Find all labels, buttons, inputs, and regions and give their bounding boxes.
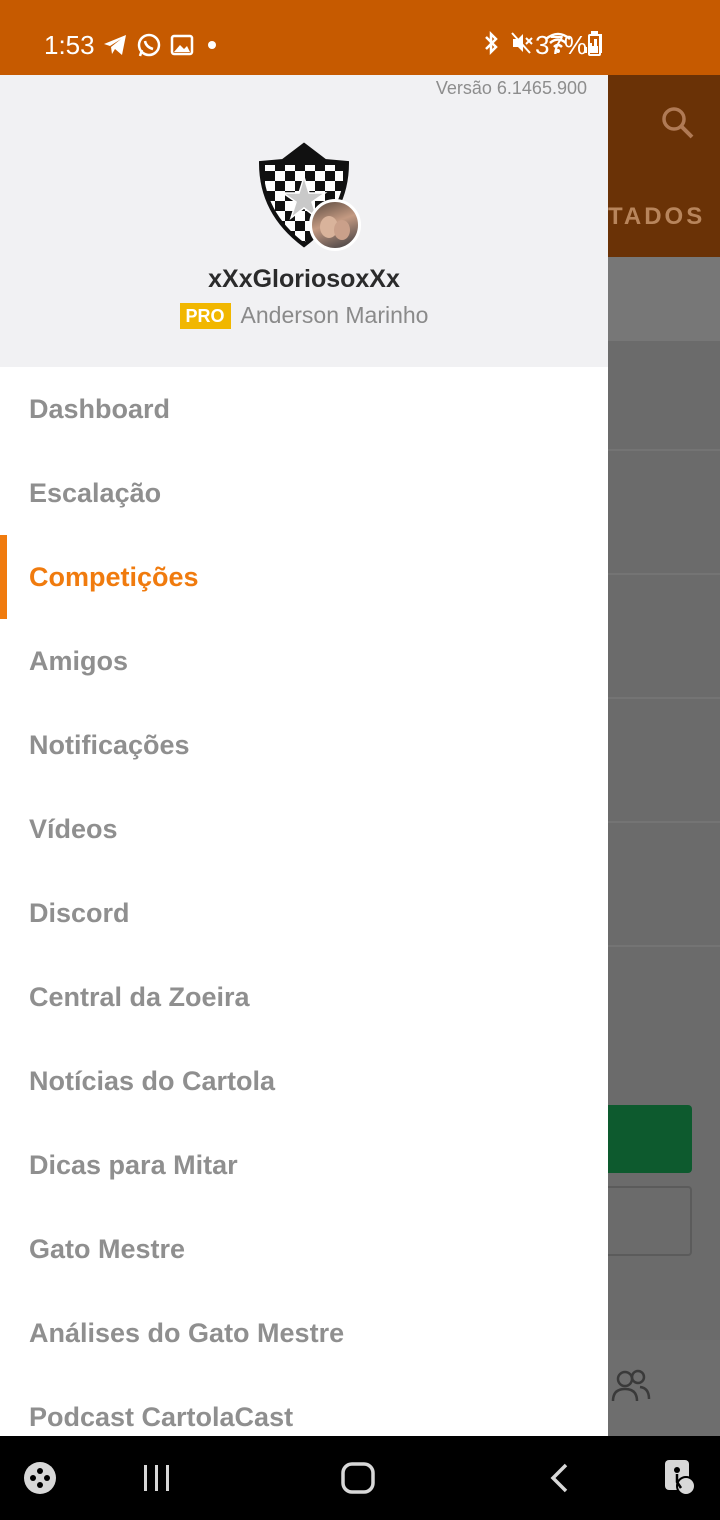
home-icon[interactable]: [340, 1462, 376, 1494]
menu-item-label: Notícias do Cartola: [29, 1065, 276, 1096]
pro-badge: PRO: [179, 302, 231, 329]
menu-item-label: Central da Zoeira: [29, 981, 250, 1012]
game-launcher-icon[interactable]: [22, 1460, 58, 1496]
menu-item-label: Discord: [29, 897, 130, 928]
app-version: Versão 6.1465.900: [435, 78, 587, 98]
team-name: xXxGloriosoxXx: [208, 265, 400, 293]
status-bar: 1:53 37%: [0, 0, 720, 75]
notification-icons: [102, 32, 222, 58]
menu-item-competicoes[interactable]: Competições: [0, 535, 608, 619]
active-indicator: [0, 535, 7, 619]
drawer-header: Versão 6.1465.900 xXxGloriosoxXx PRO And…: [0, 75, 608, 367]
battery-icon: [588, 34, 601, 56]
background-tab-label: TADOS: [608, 203, 706, 230]
menu-item-notificacoes[interactable]: Notificações: [0, 703, 608, 787]
menu-item-label: Vídeos: [29, 813, 118, 844]
navigation-drawer: Versão 6.1465.900 xXxGloriosoxXx PRO And…: [0, 75, 608, 1436]
search-icon: [662, 107, 694, 139]
drawer-menu: Dashboard Escalação Competições Amigos N…: [0, 367, 608, 1436]
gallery-icon: [170, 34, 194, 56]
back-icon[interactable]: [546, 1462, 574, 1494]
menu-item-central-da-zoeira[interactable]: Central da Zoeira: [0, 955, 608, 1039]
avatar[interactable]: [309, 199, 361, 251]
dot-icon: [208, 41, 216, 49]
status-time: 1:53: [44, 30, 95, 60]
mute-icon: [511, 32, 533, 54]
bluetooth-icon: [485, 30, 498, 56]
menu-item-label: Competições: [29, 561, 199, 592]
background-outline-button: [608, 1186, 692, 1256]
people-icon: [611, 1369, 651, 1402]
menu-item-label: Dashboard: [29, 393, 171, 424]
accessibility-icon[interactable]: [662, 1458, 698, 1496]
menu-item-label: Podcast CartolaCast: [29, 1401, 294, 1432]
background-green-button: [608, 1105, 692, 1173]
menu-item-podcast-cartolacast[interactable]: Podcast CartolaCast: [0, 1375, 608, 1436]
menu-item-label: Dicas para Mitar: [29, 1149, 238, 1180]
battery-percent: 37%: [535, 30, 588, 60]
telegram-icon: [104, 35, 126, 55]
menu-item-label: Análises do Gato Mestre: [29, 1317, 345, 1348]
owner-row: PRO Anderson Marinho: [0, 302, 608, 329]
menu-item-label: Notificações: [29, 729, 190, 760]
menu-item-amigos[interactable]: Amigos: [0, 619, 608, 703]
recent-apps-icon[interactable]: [140, 1462, 174, 1494]
background-strip: [608, 257, 720, 341]
owner-name: Anderson Marinho: [240, 302, 429, 328]
menu-item-gato-mestre[interactable]: Gato Mestre: [0, 1207, 608, 1291]
menu-item-analises-do-gato-mestre[interactable]: Análises do Gato Mestre: [0, 1291, 608, 1375]
menu-item-discord[interactable]: Discord: [0, 871, 608, 955]
menu-item-label: Escalação: [29, 477, 162, 508]
menu-item-escalacao[interactable]: Escalação: [0, 451, 608, 535]
menu-item-videos[interactable]: Vídeos: [0, 787, 608, 871]
whatsapp-icon: [137, 33, 161, 57]
menu-item-dashboard[interactable]: Dashboard: [0, 367, 608, 451]
menu-item-dicas-para-mitar[interactable]: Dicas para Mitar: [0, 1123, 608, 1207]
menu-item-noticias-do-cartola[interactable]: Notícias do Cartola: [0, 1039, 608, 1123]
menu-item-label: Gato Mestre: [29, 1233, 186, 1264]
menu-item-label: Amigos: [29, 645, 129, 676]
system-nav-bar: [0, 1436, 720, 1520]
